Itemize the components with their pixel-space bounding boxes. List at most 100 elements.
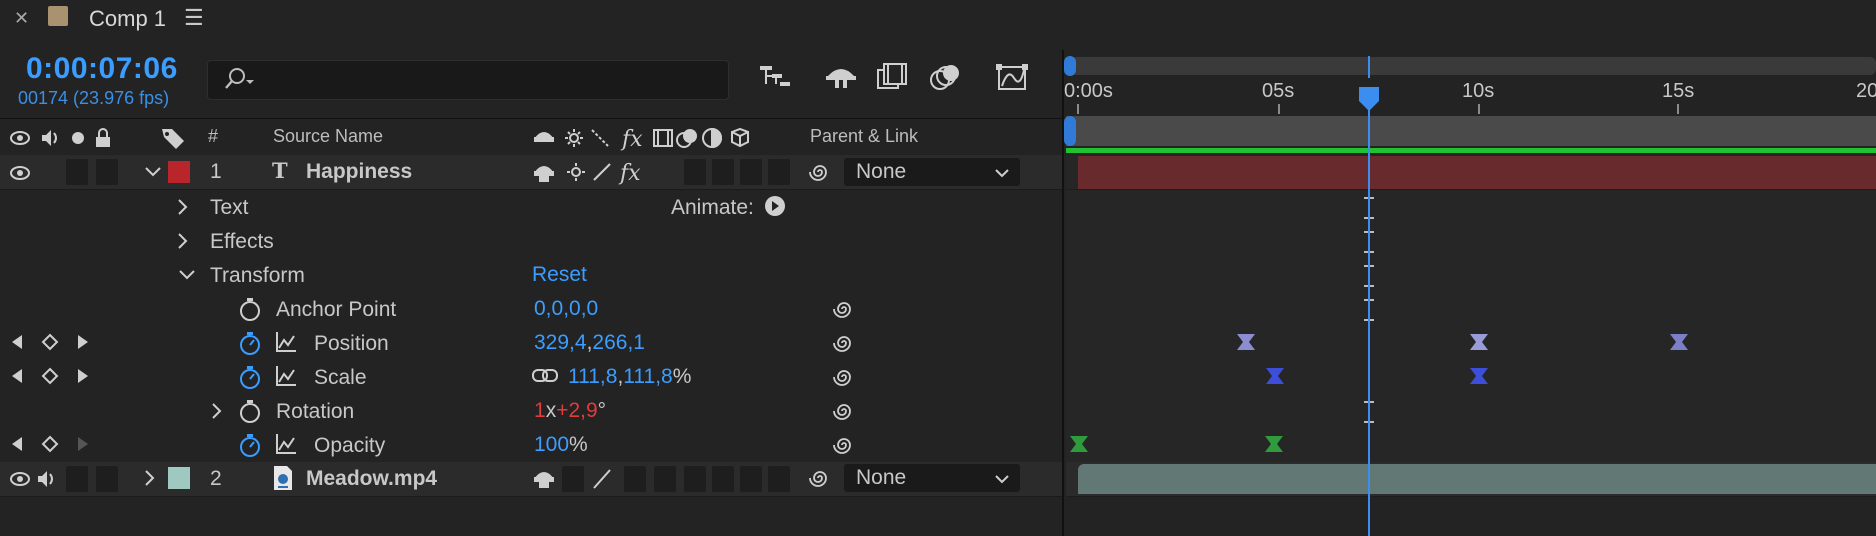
close-icon[interactable]: ✕: [14, 8, 29, 29]
opacity-keyframe-icon[interactable]: [1069, 435, 1089, 458]
chevron-down-icon[interactable]: [178, 268, 196, 287]
position-keyframe-icon[interactable]: [1236, 333, 1256, 356]
playhead-handle[interactable]: [1358, 86, 1380, 117]
position-value[interactable]: 329,4,266,1: [534, 331, 645, 355]
video-eye-icon[interactable]: [8, 163, 34, 188]
playhead-line[interactable]: [1368, 98, 1370, 536]
pick-whip-icon[interactable]: [832, 365, 856, 394]
position-x[interactable]: 329,4: [534, 331, 587, 354]
rotation-turns[interactable]: 1: [534, 399, 546, 422]
constrain-proportions-icon[interactable]: [532, 367, 558, 390]
switch-cell[interactable]: [768, 466, 790, 492]
work-area-bar[interactable]: [1066, 116, 1876, 146]
layer-label-color[interactable]: [168, 467, 190, 489]
stopwatch-icon[interactable]: [238, 296, 262, 327]
position-y[interactable]: 266,1: [592, 331, 645, 354]
chevron-right-icon[interactable]: [176, 232, 190, 255]
reset-link[interactable]: Reset: [532, 263, 587, 287]
pick-whip-icon[interactable]: [832, 399, 856, 428]
col-parent-link[interactable]: Parent & Link: [810, 126, 918, 147]
switch-cell[interactable]: [684, 466, 706, 492]
chevron-down-icon[interactable]: [143, 162, 163, 187]
label-tag-icon[interactable]: [160, 125, 186, 156]
scale-x[interactable]: 111,8: [568, 365, 617, 388]
switch-cell[interactable]: [712, 466, 734, 492]
tab-title[interactable]: Comp 1: [89, 6, 166, 32]
audio-speaker-icon[interactable]: [36, 467, 62, 496]
stopwatch-icon[interactable]: [238, 398, 262, 429]
time-navigator-start-handle[interactable]: [1064, 56, 1076, 76]
pick-whip-icon[interactable]: [832, 331, 856, 360]
prop-text-label[interactable]: Text: [210, 196, 249, 220]
keyframe-navigator[interactable]: [10, 367, 90, 390]
pick-whip-icon[interactable]: [808, 466, 832, 495]
layer-name[interactable]: Meadow.mp4: [306, 467, 437, 491]
keyframe-navigator[interactable]: [10, 435, 90, 458]
opacity-keyframe-icon[interactable]: [1264, 435, 1284, 458]
rotation-value[interactable]: 1x+2,9°: [534, 399, 606, 423]
stopwatch-active-icon[interactable]: [238, 432, 262, 463]
pick-whip-icon[interactable]: [808, 160, 832, 189]
motion-blur-icon[interactable]: [928, 62, 962, 97]
graph-icon[interactable]: [274, 330, 298, 359]
video-eye-icon[interactable]: [8, 469, 34, 494]
layer-name[interactable]: Happiness: [306, 160, 412, 184]
comp-flowchart-icon[interactable]: [758, 62, 792, 97]
stopwatch-active-icon[interactable]: [238, 330, 262, 361]
position-keyframe-icon[interactable]: [1669, 333, 1689, 356]
shy-layers-icon[interactable]: [824, 62, 858, 97]
switch-cell[interactable]: [712, 159, 734, 185]
animate-play-icon[interactable]: [764, 195, 786, 222]
switch-cell[interactable]: [768, 159, 790, 185]
keyframe-navigator[interactable]: [10, 333, 90, 356]
layer-bar-2[interactable]: [1078, 464, 1876, 494]
position-keyframe-icon[interactable]: [1469, 333, 1489, 356]
col-source-name[interactable]: Source Name: [273, 126, 383, 147]
prop-transform-label[interactable]: Transform: [210, 264, 305, 288]
lock-switch[interactable]: [96, 466, 118, 492]
opacity-value[interactable]: 100%: [534, 433, 588, 457]
search-input[interactable]: [207, 60, 729, 100]
layer-label-color[interactable]: [168, 161, 190, 183]
animate-label[interactable]: Animate:: [671, 196, 754, 220]
layer-switches[interactable]: fx: [532, 160, 652, 191]
panel-menu-icon[interactable]: ☰: [184, 5, 204, 31]
stopwatch-active-icon[interactable]: [238, 364, 262, 395]
chevron-right-icon[interactable]: [143, 468, 157, 493]
switch-cell[interactable]: [740, 159, 762, 185]
col-number[interactable]: #: [208, 126, 218, 147]
switch-cell[interactable]: [654, 466, 676, 492]
pick-whip-icon[interactable]: [832, 433, 856, 462]
switch-cell[interactable]: [740, 466, 762, 492]
scale-y[interactable]: 111,8: [623, 365, 672, 388]
parent-dropdown[interactable]: None: [844, 464, 1020, 492]
parent-dropdown[interactable]: None: [844, 158, 1020, 186]
work-area-start-handle[interactable]: [1064, 116, 1076, 146]
opacity-label: Opacity: [314, 434, 386, 457]
search-icon[interactable]: [222, 66, 256, 97]
prop-effects-label[interactable]: Effects: [210, 230, 274, 254]
pick-whip-icon[interactable]: [832, 297, 856, 326]
graph-icon[interactable]: [274, 432, 298, 461]
scale-value[interactable]: 111,8,111,8%: [568, 365, 691, 389]
lock-switch[interactable]: [96, 159, 118, 185]
chevron-right-icon[interactable]: [176, 198, 190, 221]
layer-bar-1[interactable]: [1078, 156, 1876, 189]
time-navigator-bar[interactable]: [1070, 57, 1876, 75]
graph-editor-icon[interactable]: [996, 62, 1030, 97]
anchor-point-value[interactable]: 0,0,0,0: [534, 297, 598, 321]
rotation-degrees[interactable]: +2,9: [556, 399, 597, 422]
graph-icon[interactable]: [274, 364, 298, 393]
scale-keyframe-icon[interactable]: [1469, 367, 1489, 390]
text-layer-icon: T: [272, 158, 288, 183]
frame-blending-icon[interactable]: [876, 62, 910, 97]
switch-cell[interactable]: [562, 466, 584, 492]
scale-keyframe-icon[interactable]: [1265, 367, 1285, 390]
switch-cell[interactable]: [624, 466, 646, 492]
solo-switch[interactable]: [66, 159, 88, 185]
chevron-right-icon[interactable]: [210, 402, 224, 425]
switch-cell[interactable]: [684, 159, 706, 185]
opacity-number[interactable]: 100: [534, 433, 569, 456]
solo-switch[interactable]: [66, 466, 88, 492]
current-time-display[interactable]: 0:00:07:06: [26, 52, 178, 86]
